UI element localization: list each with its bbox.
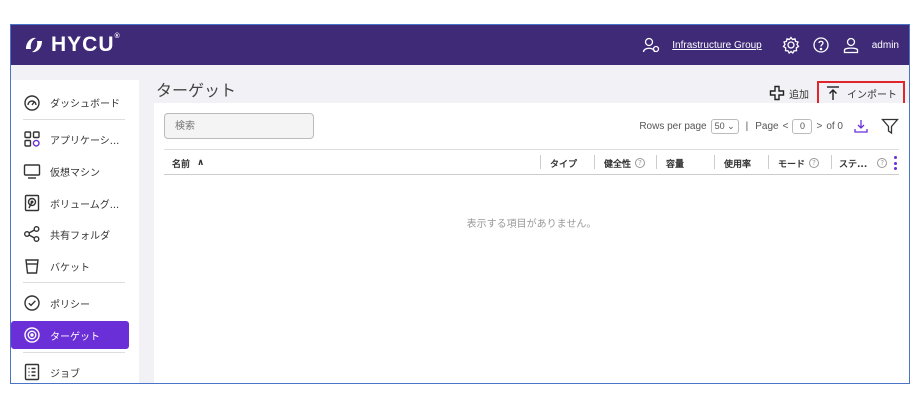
- share-icon: [23, 225, 41, 243]
- help-icon[interactable]: [812, 36, 830, 54]
- sidebar-item-virtual-machines[interactable]: 仮想マシン: [11, 157, 129, 185]
- upload-icon: [825, 85, 841, 101]
- rows-per-page-label: Rows per page: [639, 120, 707, 132]
- sidebar-item-label: 共有フォルダ: [50, 230, 110, 242]
- sort-ascending-icon: ∧: [197, 158, 205, 168]
- target-icon: [23, 326, 41, 344]
- group-icon[interactable]: [642, 36, 660, 54]
- sidebar-item-label: ダッシュボード: [50, 98, 120, 110]
- sidebar-item-jobs[interactable]: ジョブ: [11, 358, 129, 383]
- page-number-input[interactable]: 0: [792, 118, 813, 134]
- empty-state-message: 表示する項目がありません。: [466, 219, 597, 230]
- sidebar-item-volume-groups[interactable]: ボリュームグ...: [11, 189, 129, 217]
- logo: HYCU®: [23, 32, 121, 58]
- help-icon[interactable]: ?: [877, 158, 888, 168]
- sidebar-item-shared-folders[interactable]: 共有フォルダ: [11, 220, 129, 248]
- import-label: インポート: [847, 89, 897, 101]
- jobs-icon: [23, 363, 41, 381]
- sidebar-item-label: バケット: [50, 262, 90, 274]
- import-button[interactable]: インポート: [817, 81, 905, 105]
- sidebar-item-buckets[interactable]: バケット: [11, 252, 129, 280]
- applications-icon: [23, 130, 41, 148]
- add-label: 追加: [789, 89, 809, 101]
- sidebar-item-label: アプリケーシ...: [50, 135, 120, 147]
- toolbar-actions: 追加 インポート: [769, 81, 909, 105]
- page-count: of 0: [826, 120, 843, 132]
- monitor-icon: [23, 162, 41, 180]
- app-window: HYCU® Infrastructure Group admin ダッシュボード…: [10, 24, 910, 384]
- gear-icon[interactable]: [782, 36, 800, 54]
- sidebar-item-label: 仮想マシン: [50, 167, 100, 179]
- column-options-icon[interactable]: [894, 156, 897, 170]
- logo-text: HYCU®: [51, 33, 121, 56]
- rows-per-page-select[interactable]: 50 ⌄: [710, 118, 739, 134]
- volume-group-icon: [23, 194, 41, 212]
- user-icon[interactable]: [842, 36, 860, 54]
- column-type[interactable]: タイプ: [550, 150, 577, 176]
- column-mode[interactable]: モード?: [778, 150, 820, 176]
- hycu-logo-icon: [23, 34, 45, 56]
- filter-icon[interactable]: [881, 117, 899, 135]
- add-button[interactable]: 追加: [769, 85, 809, 101]
- download-icon[interactable]: [853, 118, 869, 134]
- infrastructure-group-link[interactable]: Infrastructure Group: [672, 40, 761, 51]
- username[interactable]: admin: [872, 40, 899, 51]
- column-status[interactable]: ステ...?: [839, 150, 888, 176]
- prev-page-icon[interactable]: <: [783, 121, 789, 132]
- plus-icon: [769, 85, 785, 101]
- targets-panel: Rows per page 50 ⌄ | Page < 0 > of 0 名前 …: [154, 103, 909, 383]
- divider: |: [745, 120, 749, 132]
- column-usage[interactable]: 使用率: [724, 150, 751, 176]
- sidebar-item-applications[interactable]: アプリケーシ...: [11, 125, 129, 153]
- bucket-icon: [23, 257, 41, 275]
- sidebar-item-policies[interactable]: ポリシー: [11, 289, 129, 317]
- sidebar-item-dashboard[interactable]: ダッシュボード: [11, 88, 129, 116]
- column-health[interactable]: 健全性?: [604, 150, 646, 176]
- sidebar-item-label: ボリュームグ...: [50, 199, 120, 211]
- pagination: Rows per page 50 ⌄ | Page < 0 > of 0: [639, 113, 899, 139]
- main-content: ターゲット 追加 インポート Rows per page 50 ⌄ |: [154, 65, 909, 383]
- search-input[interactable]: [164, 113, 314, 139]
- sidebar-item-targets[interactable]: ターゲット: [11, 321, 129, 349]
- sidebar: ダッシュボード アプリケーシ... 仮想マシン ボリュームグ... 共有フォルダ…: [11, 80, 139, 383]
- column-capacity[interactable]: 容量: [666, 150, 684, 176]
- table-header: 名前 ∧ タイプ 健全性? 容量 使用率 モード? ステ...?: [164, 149, 899, 175]
- sidebar-item-label: ターゲット: [50, 331, 100, 343]
- dashboard-icon: [23, 93, 41, 111]
- chevron-down-icon: ⌄: [727, 120, 735, 131]
- page-title: ターゲット: [156, 81, 237, 100]
- help-icon[interactable]: ?: [809, 158, 820, 168]
- page-label: Page: [755, 120, 779, 132]
- help-icon[interactable]: ?: [635, 158, 646, 168]
- next-page-icon[interactable]: >: [816, 121, 822, 132]
- sidebar-item-label: ポリシー: [50, 299, 90, 311]
- top-right-controls: Infrastructure Group admin: [642, 25, 899, 65]
- sidebar-item-label: ジョブ: [50, 368, 80, 380]
- top-bar: HYCU® Infrastructure Group admin: [11, 25, 909, 65]
- shield-check-icon: [23, 294, 41, 312]
- column-name[interactable]: 名前 ∧: [172, 150, 204, 176]
